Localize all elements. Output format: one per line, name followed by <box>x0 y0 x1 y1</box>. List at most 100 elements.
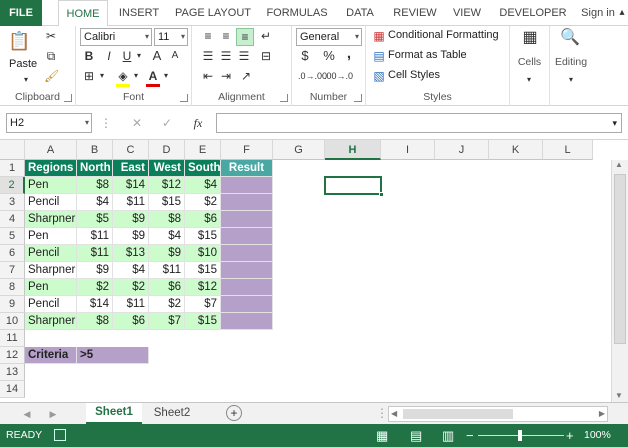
alignment-launcher-icon[interactable] <box>280 94 288 102</box>
table-cell[interactable]: $15 <box>185 262 221 279</box>
table-cell[interactable]: Pen <box>25 228 77 245</box>
cut-icon[interactable]: ✂ <box>44 28 58 44</box>
bold-button[interactable]: B <box>82 48 96 64</box>
conditional-formatting-icon[interactable]: ▦ <box>372 28 386 44</box>
table-cell[interactable]: Pen <box>25 279 77 296</box>
formula-input[interactable]: ▾ <box>216 113 622 133</box>
increase-decimal-icon[interactable]: .0→.00 <box>298 68 327 84</box>
column-header[interactable]: D <box>149 140 185 160</box>
column-header[interactable]: G <box>273 140 325 160</box>
table-header-cell[interactable]: North <box>77 160 113 177</box>
format-as-table-button[interactable]: Format as Table <box>388 49 467 61</box>
table-cell[interactable]: $10 <box>185 245 221 262</box>
editing-label[interactable]: Editing <box>550 56 592 68</box>
number-launcher-icon[interactable] <box>354 94 362 102</box>
tab-insert[interactable]: INSERT <box>114 0 164 26</box>
format-as-table-icon[interactable]: ▤ <box>372 48 386 64</box>
enter-icon[interactable]: ✓ <box>160 115 174 131</box>
row-header[interactable]: 6 <box>0 245 25 262</box>
table-cell[interactable]: $7 <box>185 296 221 313</box>
table-cell[interactable]: $5 <box>77 211 113 228</box>
active-cell-selection[interactable] <box>324 176 384 197</box>
font-color-dropdown-icon[interactable]: ▾ <box>162 68 170 84</box>
row-header[interactable]: 9 <box>0 296 25 313</box>
result-cell[interactable] <box>221 279 273 296</box>
table-cell[interactable]: $7 <box>149 313 185 330</box>
cells-dropdown-icon[interactable]: ▾ <box>524 72 534 88</box>
grow-font-button[interactable]: A <box>150 48 164 64</box>
expand-formula-icon[interactable]: ▾ <box>612 114 617 132</box>
tab-review[interactable]: REVIEW <box>390 0 440 26</box>
italic-button[interactable]: I <box>102 48 116 64</box>
borders-icon[interactable]: ⊞ <box>82 68 96 84</box>
paste-button[interactable]: Paste <box>9 58 37 70</box>
table-cell[interactable]: $6 <box>113 313 149 330</box>
table-cell[interactable]: $8 <box>77 313 113 330</box>
top-align-icon[interactable]: ≡ <box>200 28 216 44</box>
editing-dropdown-icon[interactable]: ▾ <box>566 72 576 88</box>
table-cell[interactable]: Pen <box>25 177 77 194</box>
format-painter-icon[interactable]: 🖌 <box>44 68 59 84</box>
table-cell[interactable]: $12 <box>185 279 221 296</box>
merge-center-icon[interactable]: ⊟ <box>258 48 274 64</box>
criteria-label-cell[interactable]: Criteria <box>25 347 77 364</box>
font-color-button[interactable]: A <box>146 68 160 87</box>
table-cell[interactable]: Pencil <box>25 296 77 313</box>
table-cell[interactable]: $12 <box>149 177 185 194</box>
insert-function-button[interactable]: fx <box>190 115 206 131</box>
column-header[interactable]: J <box>435 140 489 160</box>
scroll-left-icon[interactable]: ◀ <box>391 407 397 421</box>
currency-button[interactable]: $ <box>298 48 312 64</box>
collapse-icon[interactable]: ▴ <box>616 5 628 21</box>
row-header[interactable]: 11 <box>0 330 25 347</box>
font-size-combo[interactable]: 11 ▾ <box>154 28 188 46</box>
sign-in-link[interactable]: Sign in <box>578 0 618 26</box>
table-cell[interactable]: $11 <box>113 296 149 313</box>
table-header-cell[interactable]: Result <box>221 160 273 177</box>
prev-sheet-icon[interactable]: ◀ <box>22 406 32 422</box>
zoom-in-icon[interactable]: + <box>566 424 574 447</box>
fill-color-icon[interactable]: ◈ <box>116 68 130 87</box>
result-cell[interactable] <box>221 262 273 279</box>
decrease-indent-icon[interactable]: ⇤ <box>200 68 216 84</box>
sheet-tab-sheet1[interactable]: Sheet1 <box>86 403 142 424</box>
table-cell[interactable]: $11 <box>113 194 149 211</box>
row-header[interactable]: 7 <box>0 262 25 279</box>
cell-styles-icon[interactable]: ▧ <box>372 68 386 84</box>
row-header[interactable]: 1 <box>0 160 25 177</box>
name-box[interactable]: H2 ▾ <box>6 113 92 133</box>
cancel-icon[interactable]: ✕ <box>130 115 144 131</box>
row-header[interactable]: 8 <box>0 279 25 296</box>
binoculars-icon[interactable]: 🔍 <box>560 30 580 46</box>
table-cell[interactable]: $8 <box>149 211 185 228</box>
percent-button[interactable]: % <box>322 48 336 64</box>
comma-button[interactable]: , <box>342 46 356 62</box>
table-cell[interactable]: $9 <box>149 245 185 262</box>
copy-icon[interactable]: ⧉ <box>44 48 58 64</box>
page-layout-view-icon[interactable]: ▤ <box>410 424 422 447</box>
conditional-formatting-button[interactable]: Conditional Formatting <box>388 29 499 41</box>
paste-icon[interactable]: 📋 <box>8 30 30 52</box>
column-header[interactable]: A <box>25 140 77 160</box>
row-header[interactable]: 5 <box>0 228 25 245</box>
underline-dropdown-icon[interactable]: ▾ <box>135 48 143 64</box>
result-cell[interactable] <box>221 245 273 262</box>
new-sheet-icon[interactable]: + <box>226 405 242 421</box>
row-header[interactable]: 12 <box>0 347 25 364</box>
table-cell[interactable]: $9 <box>113 211 149 228</box>
row-header[interactable]: 13 <box>0 364 25 381</box>
fill-handle[interactable] <box>379 192 384 197</box>
tab-formulas[interactable]: FORMULAS <box>262 0 332 26</box>
page-break-view-icon[interactable]: ▥ <box>442 424 454 447</box>
table-cell[interactable]: $9 <box>77 262 113 279</box>
clipboard-launcher-icon[interactable] <box>64 94 72 102</box>
zoom-level[interactable]: 100% <box>584 424 611 447</box>
decrease-decimal-icon[interactable]: .00→.0 <box>324 68 353 84</box>
table-cell[interactable]: $4 <box>77 194 113 211</box>
row-header[interactable]: 3 <box>0 194 25 211</box>
tab-home[interactable]: HOME <box>58 0 108 27</box>
result-cell[interactable] <box>221 194 273 211</box>
next-sheet-icon[interactable]: ▶ <box>48 406 58 422</box>
table-cell[interactable]: $14 <box>77 296 113 313</box>
table-cell[interactable]: $2 <box>149 296 185 313</box>
